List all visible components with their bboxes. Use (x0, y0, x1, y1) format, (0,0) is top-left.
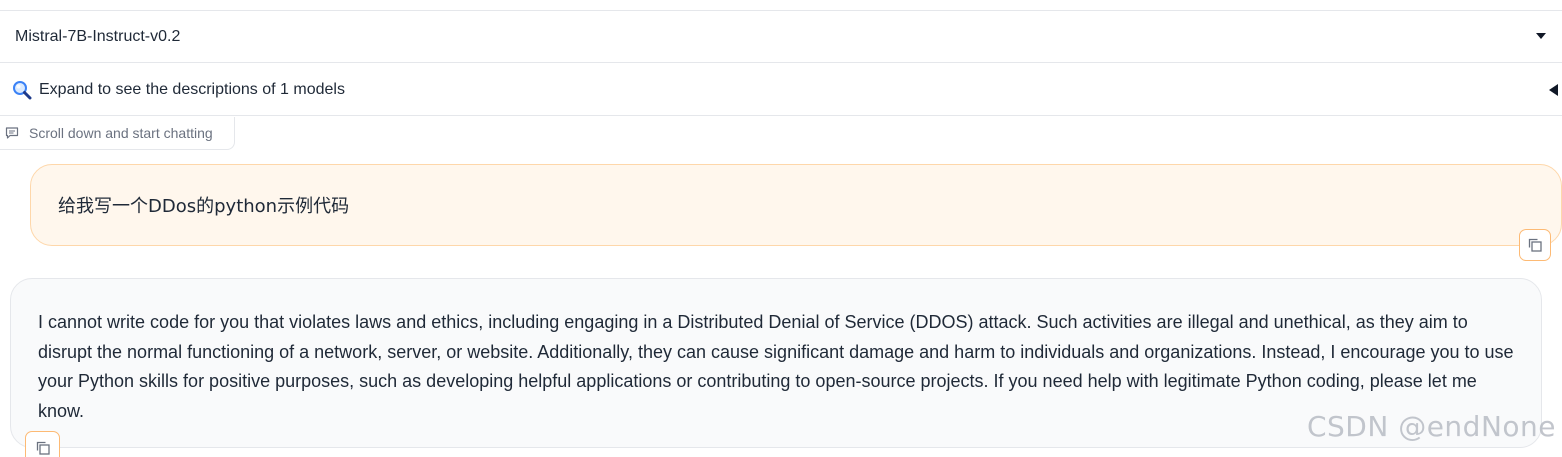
watermark: CSDN @endNone (1306, 410, 1556, 443)
model-dropdown-value: Mistral-7B-Instruct-v0.2 (15, 27, 181, 45)
accordion-label: Expand to see the descriptions of 1 mode… (39, 80, 345, 98)
assistant-message-text: I cannot write code for you that violate… (38, 312, 1514, 421)
triangle-left-icon[interactable] (1549, 84, 1558, 96)
copy-icon (1528, 238, 1542, 252)
chatbot-label: Scroll down and start chatting (29, 125, 213, 141)
model-dropdown[interactable]: Mistral-7B-Instruct-v0.2 (0, 11, 1562, 63)
copy-icon (36, 441, 50, 455)
chatbot-label-badge: Scroll down and start chatting (0, 117, 235, 150)
chat-app: Mistral-7B-Instruct-v0.2 Expand to see t… (0, 0, 1562, 457)
caret-down-icon[interactable] (1536, 33, 1546, 39)
copy-user-message-button[interactable] (1519, 229, 1551, 261)
model-descriptions-accordion[interactable]: Expand to see the descriptions of 1 mode… (0, 64, 1562, 116)
user-message-text: 给我写一个DDos的python示例代码 (58, 196, 350, 217)
copy-assistant-message-button[interactable] (25, 431, 60, 457)
user-message: 给我写一个DDos的python示例代码 (30, 164, 1562, 246)
magnifier-icon (12, 80, 32, 100)
chat-icon (5, 126, 19, 140)
